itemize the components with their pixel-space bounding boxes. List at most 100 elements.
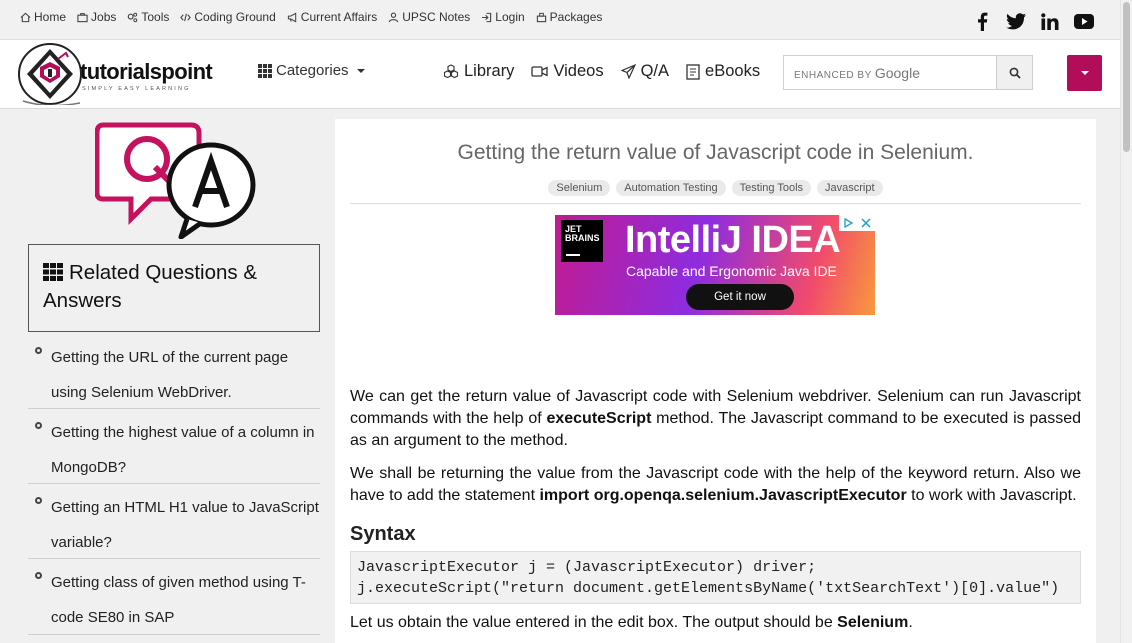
code-block: JavascriptExecutor j = (JavascriptExecut… [350, 551, 1081, 604]
categories-dropdown[interactable]: Categories [258, 62, 366, 79]
emphasis: import org.openqa.selenium.JavascriptExe… [539, 487, 907, 504]
nav-label: Videos [553, 62, 604, 80]
page-scrollbar[interactable] [1120, 0, 1132, 643]
scrollbar-thumb[interactable] [1123, 2, 1130, 152]
top-link-label: Home [34, 10, 67, 24]
site-logo[interactable]: tutorialspoint SIMPLY EASY LEARNING [18, 43, 233, 107]
nav-ebooks[interactable]: eBooks [686, 62, 760, 81]
ad-subline: Capable and Ergonomic Java IDE [626, 263, 837, 279]
text: to work with Javascript. [906, 487, 1077, 504]
page-title: Getting the return value of Javascript c… [457, 141, 974, 164]
jetbrains-logo: JET BRAINS [561, 220, 603, 262]
bullet-icon [35, 422, 42, 429]
top-link-upsc-notes[interactable]: UPSC Notes [388, 10, 470, 24]
top-link-coding-ground[interactable]: Coding Ground [180, 10, 276, 24]
related-questions-list: Getting the URL of the current page usin… [28, 334, 320, 635]
login-icon [482, 12, 492, 22]
top-link-label: UPSC Notes [402, 10, 471, 24]
close-icon[interactable] [857, 215, 875, 231]
briefcase-icon [77, 12, 88, 22]
logo-tagline: SIMPLY EASY LEARNING [82, 86, 191, 92]
adchoices-icon[interactable] [839, 215, 857, 231]
social-links [972, 11, 1094, 31]
menu-toggle-button[interactable] [1067, 55, 1102, 91]
question-link[interactable]: Getting the highest value of a column in… [51, 424, 315, 476]
tag-testing-tools[interactable]: Testing Tools [731, 180, 812, 196]
search-icon [1009, 67, 1021, 79]
bullet-icon [35, 572, 42, 579]
ad-controls [839, 215, 875, 231]
paragraph-intro: We can get the return value of Javascrip… [350, 386, 1081, 452]
youtube-icon[interactable] [1074, 11, 1094, 31]
top-link-login[interactable]: Login [481, 10, 525, 24]
main-header: tutorialspoint SIMPLY EASY LEARNING Cate… [0, 40, 1120, 109]
home-icon [20, 12, 31, 22]
search-button[interactable] [996, 55, 1033, 90]
megaphone-icon [287, 12, 296, 22]
list-item[interactable]: Getting an HTML H1 value to JavaScript v… [28, 484, 320, 559]
top-link-label: Jobs [91, 10, 117, 24]
top-link-label: Tools [141, 10, 170, 24]
search-box: ENHANCED BY Google [783, 55, 1033, 90]
list-item[interactable]: Getting the URL of the current page usin… [28, 334, 320, 409]
logo-wordmark: tutorialspoint [80, 59, 213, 84]
categories-label: Categories [276, 62, 349, 79]
tag-automation-testing[interactable]: Automation Testing [616, 180, 726, 196]
list-item[interactable]: Getting class of given method using T-co… [28, 559, 320, 635]
question-link[interactable]: Getting an HTML H1 value to JavaScript v… [51, 499, 319, 551]
nav-library[interactable]: Library [443, 62, 514, 81]
top-link-packages[interactable]: Packages [536, 10, 603, 24]
tag-selenium[interactable]: Selenium [548, 180, 611, 196]
emphasis: Selenium [837, 614, 909, 631]
paragraph-return: We shall be returning the value from the… [350, 463, 1081, 507]
cubes-icon [443, 64, 459, 79]
nav-videos[interactable]: Videos [531, 62, 604, 81]
linkedin-icon[interactable] [1040, 11, 1060, 31]
top-link-label: Coding Ground [194, 10, 276, 24]
ad-cta-button[interactable]: Get it now [686, 284, 794, 310]
code-icon [180, 13, 192, 21]
top-bar: Home Jobs Tools Coding Ground Current Af… [0, 0, 1120, 40]
send-icon [620, 64, 636, 79]
top-link-tools[interactable]: Tools [127, 10, 169, 24]
twitter-icon[interactable] [1006, 11, 1026, 31]
question-link[interactable]: Getting the URL of the current page usin… [51, 349, 288, 401]
top-link-current-affairs[interactable]: Current Affairs [287, 10, 377, 24]
emphasis: executeScript [546, 410, 652, 427]
tag-list: Selenium Automation Testing Testing Tool… [335, 180, 1096, 196]
package-icon [536, 12, 546, 22]
book-icon [686, 63, 700, 80]
top-link-home[interactable]: Home [20, 10, 66, 24]
caret-down-icon [1080, 71, 1089, 75]
grid-icon [258, 63, 272, 78]
nav-label: Library [464, 62, 515, 80]
grid-icon [43, 263, 63, 281]
caret-down-icon [356, 68, 365, 73]
text: . [908, 614, 913, 631]
bullet-icon [35, 347, 42, 354]
top-links: Home Jobs Tools Coding Ground Current Af… [20, 10, 602, 24]
cogs-icon [128, 12, 138, 22]
ad-brand-line2: BRAINS [565, 233, 600, 243]
nav-label: eBooks [705, 62, 761, 80]
top-link-label: Login [495, 10, 525, 24]
search-input[interactable] [784, 56, 996, 89]
tag-javascript[interactable]: Javascript [817, 180, 883, 196]
top-link-label: Current Affairs [300, 10, 378, 24]
related-title: Related Questions & Answers [43, 261, 258, 312]
question-link[interactable]: Getting class of given method using T-co… [51, 574, 306, 626]
advertisement-banner[interactable]: JET BRAINS IntelliJ IDEA Capable and Erg… [555, 215, 875, 315]
article-panel: Getting the return value of Javascript c… [335, 119, 1096, 643]
ad-headline: IntelliJ IDEA [625, 219, 841, 261]
top-link-label: Packages [549, 10, 603, 24]
syntax-heading: Syntax [350, 523, 416, 545]
bullet-icon [35, 497, 42, 504]
nav-label: Q/A [640, 62, 670, 80]
top-link-jobs[interactable]: Jobs [77, 10, 116, 24]
facebook-icon[interactable] [972, 11, 992, 31]
video-icon [531, 66, 549, 77]
nav-qa[interactable]: Q/A [620, 62, 670, 81]
list-item[interactable]: Getting the highest value of a column in… [28, 409, 320, 484]
user-tie-icon [389, 12, 399, 22]
main-nav: Library Videos Q/A eBooks [443, 62, 760, 81]
